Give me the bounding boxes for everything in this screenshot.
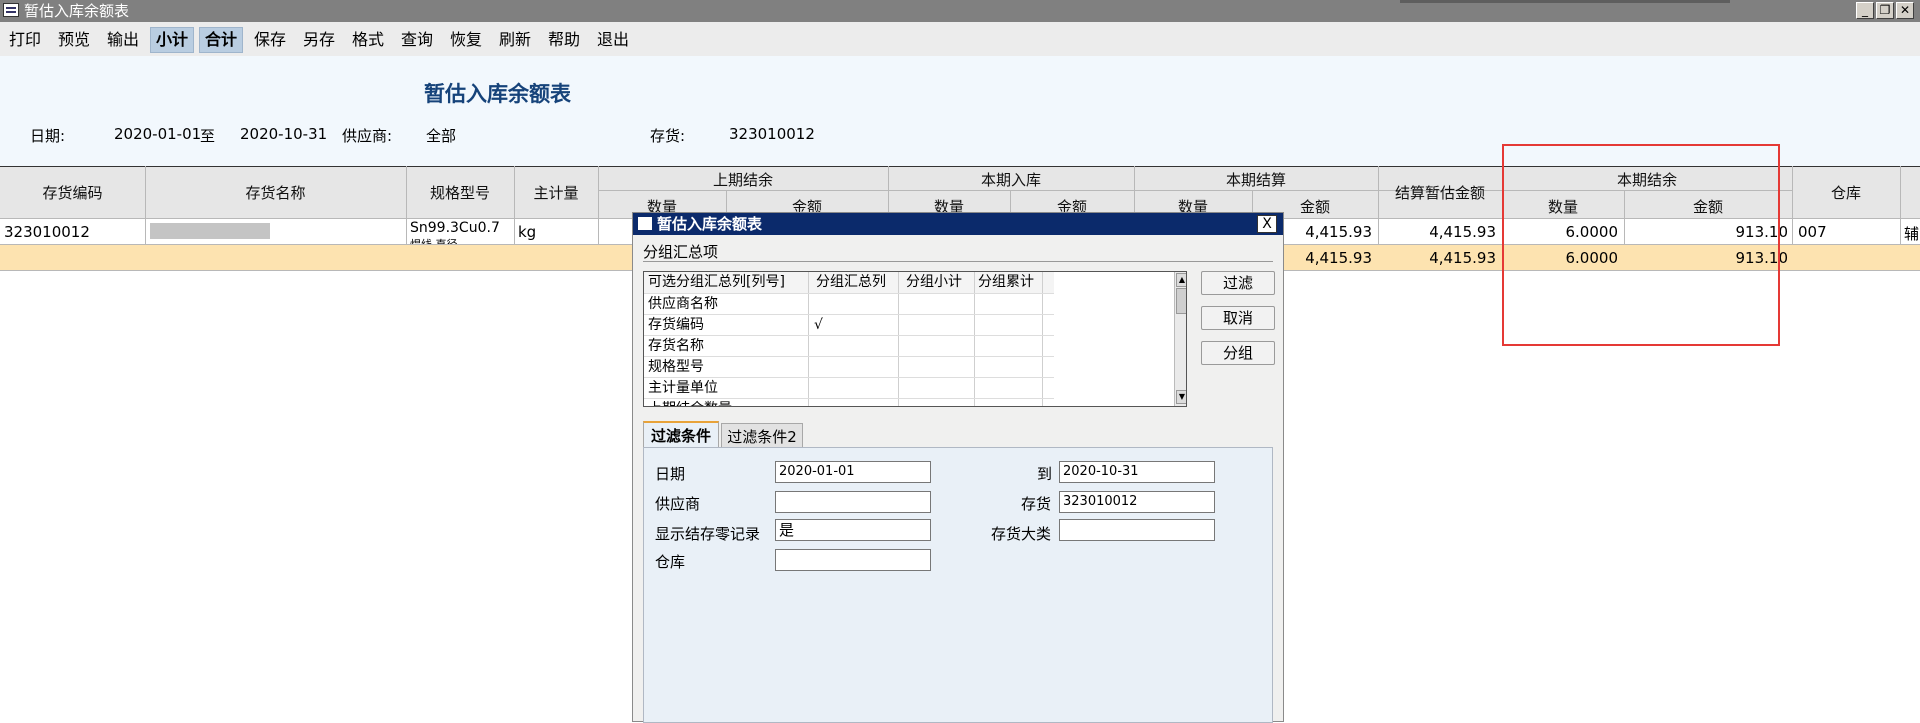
- print-button[interactable]: 打印: [4, 28, 46, 52]
- subtotal-button[interactable]: 小计: [150, 27, 195, 53]
- supplier-value: 全部: [426, 127, 457, 145]
- zero-balance-label: 显示结存零记录: [655, 525, 761, 543]
- warehouse-field-label: 仓库: [655, 553, 686, 571]
- total-settle-estimate: 4,415.93: [1429, 249, 1496, 267]
- title-bar: 暂估入库余额表 _ ❐ ✕: [0, 0, 1920, 22]
- row-warehouse: 007: [1798, 223, 1827, 241]
- group-list-header: 可选分组汇总列[列号] 分组汇总列 分组小计 分组累计: [644, 272, 1054, 293]
- divider: [643, 261, 1273, 262]
- help-button[interactable]: 帮助: [543, 28, 585, 52]
- group-section-label: 分组汇总项: [643, 243, 719, 261]
- supplier-field[interactable]: [775, 491, 931, 513]
- warehouse-field[interactable]: [775, 549, 931, 571]
- date-from-field[interactable]: 2020-01-01: [775, 461, 931, 483]
- group-col-header: 可选分组汇总列[列号]: [648, 274, 785, 290]
- row-extra: 辅: [1904, 225, 1920, 243]
- total-button[interactable]: 合计: [199, 27, 244, 53]
- group-row[interactable]: 规格型号: [644, 356, 1054, 378]
- restore-button[interactable]: 恢复: [445, 28, 487, 52]
- date-field-label: 日期: [655, 465, 686, 483]
- scroll-up-icon[interactable]: ▲: [1176, 273, 1186, 287]
- dialog-title: 暂估入库余额表: [657, 215, 763, 233]
- cancel-button[interactable]: 取消: [1201, 306, 1275, 330]
- date-to: 2020-10-31: [240, 125, 328, 143]
- group-col-header: 分组小计: [906, 274, 962, 290]
- group-col-header: 分组累计: [978, 274, 1034, 290]
- category-field-label: 存货大类: [991, 525, 1052, 543]
- toolbar: 打印 预览 输出 小计 合计 保存 另存 格式 查询 恢复 刷新 帮助 退出: [0, 22, 1920, 57]
- col-spec: 规格型号: [429, 184, 490, 202]
- app-icon: [3, 3, 19, 17]
- report-title: 暂估入库余额表: [424, 82, 571, 106]
- check-mark-icon[interactable]: √: [814, 315, 823, 336]
- group-list[interactable]: 可选分组汇总列[列号] 分组汇总列 分组小计 分组累计 供应商名称 存货编码 √…: [643, 271, 1187, 407]
- group-row-name: 上期结余数量: [648, 399, 732, 406]
- row-spec-line2: 焊线 直径: [410, 236, 458, 244]
- save-as-button[interactable]: 另存: [298, 28, 340, 52]
- group-row-name: 供应商名称: [648, 296, 718, 312]
- stock-field[interactable]: 323010012: [1059, 491, 1215, 513]
- col-unit: 主计量: [533, 184, 579, 202]
- dialog-close-icon[interactable]: X: [1257, 215, 1277, 233]
- restore-icon[interactable]: ❐: [1876, 2, 1894, 19]
- group-row[interactable]: 存货名称: [644, 335, 1054, 357]
- group-prev-balance: 上期结余: [712, 171, 773, 189]
- group-row[interactable]: 上期结余数量: [644, 398, 1054, 406]
- tab-filter-conditions[interactable]: 过滤条件: [643, 421, 719, 447]
- group-row-name: 存货编码: [648, 317, 704, 333]
- date-from: 2020-01-01: [114, 125, 202, 143]
- preview-button[interactable]: 预览: [53, 28, 95, 52]
- highlight-box: [1502, 144, 1780, 346]
- col-name: 存货名称: [245, 184, 306, 202]
- group-row[interactable]: 存货编码 √: [644, 314, 1054, 336]
- filter-panel: [643, 447, 1273, 723]
- group-current-settle: 本期结算: [1225, 171, 1286, 189]
- dialog-app-icon: [638, 217, 652, 230]
- group-current-in: 本期入库: [980, 171, 1041, 189]
- filter-dialog: 暂估入库余额表 X 分组汇总项 可选分组汇总列[列号] 分组汇总列 分组小计 分…: [632, 212, 1284, 723]
- stock-field-label: 存货: [1021, 495, 1052, 513]
- group-row[interactable]: 供应商名称: [644, 293, 1054, 315]
- group-row[interactable]: 主计量单位: [644, 377, 1054, 399]
- scroll-thumb[interactable]: [1176, 288, 1186, 314]
- col-warehouse: 仓库: [1830, 184, 1861, 202]
- filter-button[interactable]: 过滤: [1201, 271, 1275, 295]
- dialog-title-bar: 暂估入库余额表 X: [633, 213, 1283, 235]
- category-field[interactable]: [1059, 519, 1215, 541]
- stock-label: 存货:: [650, 127, 686, 145]
- row-code: 323010012: [4, 223, 90, 241]
- refresh-button[interactable]: 刷新: [494, 28, 536, 52]
- row-spec: Sn99.3Cu0.7: [410, 220, 500, 236]
- supplier-field-label: 供应商: [655, 495, 701, 513]
- masked-name: [150, 223, 270, 239]
- format-button[interactable]: 格式: [347, 28, 389, 52]
- date-to-field[interactable]: 2020-10-31: [1059, 461, 1215, 483]
- export-button[interactable]: 输出: [102, 28, 144, 52]
- vertical-scrollbar[interactable]: ▲ ▼: [1174, 272, 1186, 406]
- window-title: 暂估入库余额表: [24, 2, 130, 20]
- save-button[interactable]: 保存: [249, 28, 291, 52]
- group-row-name: 规格型号: [648, 359, 704, 375]
- tab-filter-conditions-2[interactable]: 过滤条件2: [721, 423, 803, 447]
- group-col-header: 分组汇总列: [816, 274, 886, 290]
- group-row-name: 主计量单位: [648, 380, 718, 396]
- close-icon[interactable]: ✕: [1896, 2, 1914, 19]
- minimize-icon[interactable]: _: [1856, 2, 1874, 19]
- exit-button[interactable]: 退出: [592, 28, 634, 52]
- stock-value: 323010012: [729, 125, 815, 143]
- group-row-name: 存货名称: [648, 338, 704, 354]
- zero-balance-field[interactable]: 是: [775, 519, 931, 541]
- supplier-label: 供应商:: [342, 127, 393, 145]
- query-button[interactable]: 查询: [396, 28, 438, 52]
- date-label: 日期:: [30, 127, 66, 145]
- titlebar-shadow: [1400, 0, 1730, 3]
- to-label: 至: [200, 127, 216, 145]
- row-settle-estimate: 4,415.93: [1429, 223, 1496, 241]
- row-unit: kg: [518, 223, 537, 241]
- col-settle-estimate: 结算暂估金额: [1394, 184, 1485, 202]
- group-button[interactable]: 分组: [1201, 341, 1275, 365]
- date-to-label: 到: [1037, 465, 1053, 483]
- col-code: 存货编码: [42, 184, 103, 202]
- scroll-down-icon[interactable]: ▼: [1176, 390, 1186, 404]
